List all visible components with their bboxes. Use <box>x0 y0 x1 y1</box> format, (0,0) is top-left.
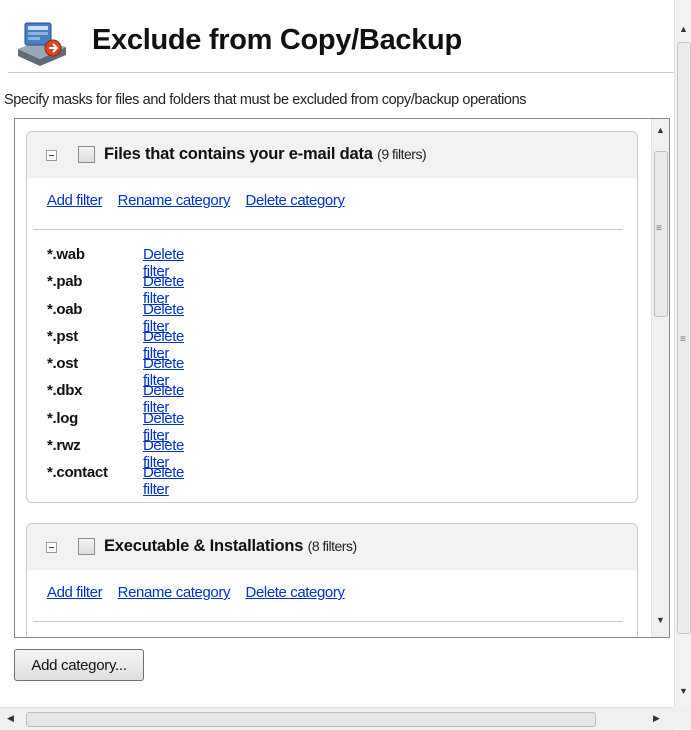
category-actions: Add filter Rename category Delete catego… <box>47 584 356 602</box>
filter-mask: *.pst <box>47 327 79 345</box>
filter-mask: *.ost <box>47 355 79 373</box>
collapse-icon[interactable] <box>46 150 57 161</box>
category-title: Files that contains your e-mail data (9 … <box>104 145 427 164</box>
rename-category-link[interactable]: Rename category <box>118 192 231 209</box>
collapse-icon[interactable] <box>46 542 57 553</box>
filter-mask: *.pab <box>47 273 83 291</box>
filter-count: (9 filters) <box>377 146 427 162</box>
page-horizontal-scrollbar[interactable]: ◀ ▶ <box>0 707 674 730</box>
add-category-button[interactable]: Add category... <box>14 649 144 681</box>
horizontal-scroll-thumb[interactable] <box>26 712 596 727</box>
delete-category-link[interactable]: Delete category <box>246 192 345 209</box>
list-scroll-thumb[interactable] <box>654 151 668 317</box>
scroll-down-icon[interactable]: ▼ <box>679 686 688 696</box>
delete-category-link[interactable]: Delete category <box>246 584 345 601</box>
scroll-up-icon[interactable]: ▲ <box>656 125 665 135</box>
category-name: Executable & Installations <box>104 537 304 555</box>
scroll-right-icon[interactable]: ▶ <box>653 713 660 724</box>
category-divider <box>33 229 623 230</box>
category-checkbox[interactable] <box>78 146 95 163</box>
grip-icon: ≡ <box>656 223 662 234</box>
scroll-down-icon[interactable]: ▼ <box>656 615 665 625</box>
add-filter-link[interactable]: Add filter <box>47 192 103 209</box>
description-text: Specify masks for files and folders that… <box>4 92 527 108</box>
filter-mask: *.wab <box>47 246 85 263</box>
scroll-left-icon[interactable]: ◀ <box>7 713 14 724</box>
drive-backup-icon <box>18 22 66 66</box>
filter-mask: *.oab <box>47 300 83 318</box>
category-checkbox[interactable] <box>78 538 95 555</box>
grip-icon: ≡ <box>680 334 686 345</box>
scrollbar-corner <box>674 707 691 729</box>
rename-category-link[interactable]: Rename category <box>118 584 231 601</box>
scroll-up-icon[interactable]: ▲ <box>679 24 688 34</box>
header-divider <box>8 72 674 73</box>
category-name: Files that contains your e-mail data <box>104 145 373 163</box>
delete-filter-link[interactable]: Delete filter <box>143 464 184 498</box>
filter-mask: *.log <box>47 409 78 427</box>
category-header: Files that contains your e-mail data (9 … <box>27 132 637 178</box>
category-list: Files that contains your e-mail data (9 … <box>14 118 670 638</box>
filter-mask: *.dbx <box>47 382 83 400</box>
category-panel: Files that contains your e-mail data (9 … <box>26 131 638 503</box>
page-title: Exclude from Copy/Backup <box>92 24 462 56</box>
filter-mask: *.rwz <box>47 437 81 455</box>
category-divider <box>33 621 623 622</box>
category-panel: Executable & Installations (8 filters) A… <box>26 523 638 637</box>
list-vertical-scrollbar[interactable]: ▲ ≡ ▼ <box>651 119 669 637</box>
filter-count: (8 filters) <box>307 538 357 554</box>
category-header: Executable & Installations (8 filters) <box>27 524 637 570</box>
category-title: Executable & Installations (8 filters) <box>104 537 357 556</box>
filter-mask: *.contact <box>47 464 108 482</box>
category-actions: Add filter Rename category Delete catego… <box>47 192 356 210</box>
page-vertical-scrollbar[interactable]: ▲ ≡ ▼ <box>674 0 691 707</box>
dialog-header: Exclude from Copy/Backup <box>0 0 674 72</box>
add-filter-link[interactable]: Add filter <box>47 584 103 601</box>
